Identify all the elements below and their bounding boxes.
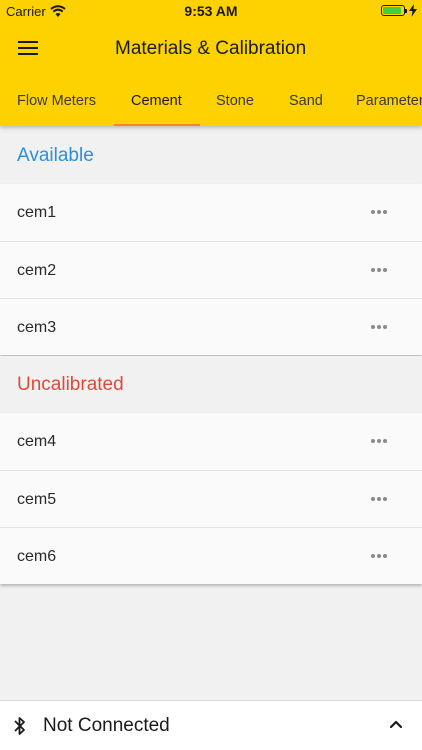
more-horizontal-icon[interactable] — [371, 554, 391, 560]
tab-flow-meters[interactable]: Flow Meters — [17, 93, 96, 109]
material-name: cem1 — [17, 204, 57, 221]
list-item[interactable]: cem4 — [0, 413, 422, 470]
material-name: cem2 — [17, 262, 57, 279]
bluetooth-icon — [14, 717, 25, 735]
uncalibrated-section-title: Uncalibrated — [17, 374, 124, 395]
list-item[interactable]: cem1 — [0, 184, 422, 241]
material-name: cem6 — [17, 548, 57, 565]
tab-sand[interactable]: Sand — [289, 93, 323, 109]
more-horizontal-icon[interactable] — [371, 497, 391, 503]
uncalibrated-list: cem4 cem5 cem6 — [0, 413, 422, 584]
battery-icon — [381, 5, 407, 16]
app-header: Carrier 9:53 AM Materials & Calibration … — [0, 0, 422, 126]
tab-stone[interactable]: Stone — [216, 93, 254, 109]
list-item[interactable]: cem2 — [0, 241, 422, 298]
available-list: cem1 cem2 cem3 — [0, 184, 422, 355]
more-horizontal-icon[interactable] — [371, 439, 391, 445]
charging-bolt-icon — [409, 4, 417, 17]
tab-parameters[interactable]: Parameters — [356, 93, 422, 109]
more-horizontal-icon[interactable] — [371, 325, 391, 331]
connection-bar[interactable]: Not Connected — [0, 700, 422, 750]
list-item[interactable]: cem6 — [0, 527, 422, 584]
material-name: cem3 — [17, 319, 57, 336]
list-item[interactable]: cem5 — [0, 470, 422, 527]
more-horizontal-icon[interactable] — [371, 210, 391, 216]
status-time: 9:53 AM — [184, 3, 238, 19]
tab-cement[interactable]: Cement — [131, 93, 182, 109]
hamburger-menu-icon[interactable] — [18, 39, 40, 59]
chevron-up-icon[interactable] — [389, 719, 403, 729]
connection-status: Not Connected — [43, 715, 170, 736]
page-title: Materials & Calibration — [115, 38, 307, 59]
list-item[interactable]: cem3 — [0, 298, 422, 355]
active-tab-indicator — [114, 124, 200, 126]
tab-bar: Flow Meters Cement Stone Sand Parameters — [0, 80, 422, 126]
uncalibrated-section-header: Uncalibrated — [0, 356, 422, 413]
status-bar: Carrier 9:53 AM — [0, 0, 422, 22]
material-name: cem5 — [17, 491, 57, 508]
material-name: cem4 — [17, 433, 57, 450]
available-section-header: Available — [0, 127, 422, 184]
available-section-title: Available — [17, 145, 94, 166]
more-horizontal-icon[interactable] — [371, 268, 391, 274]
